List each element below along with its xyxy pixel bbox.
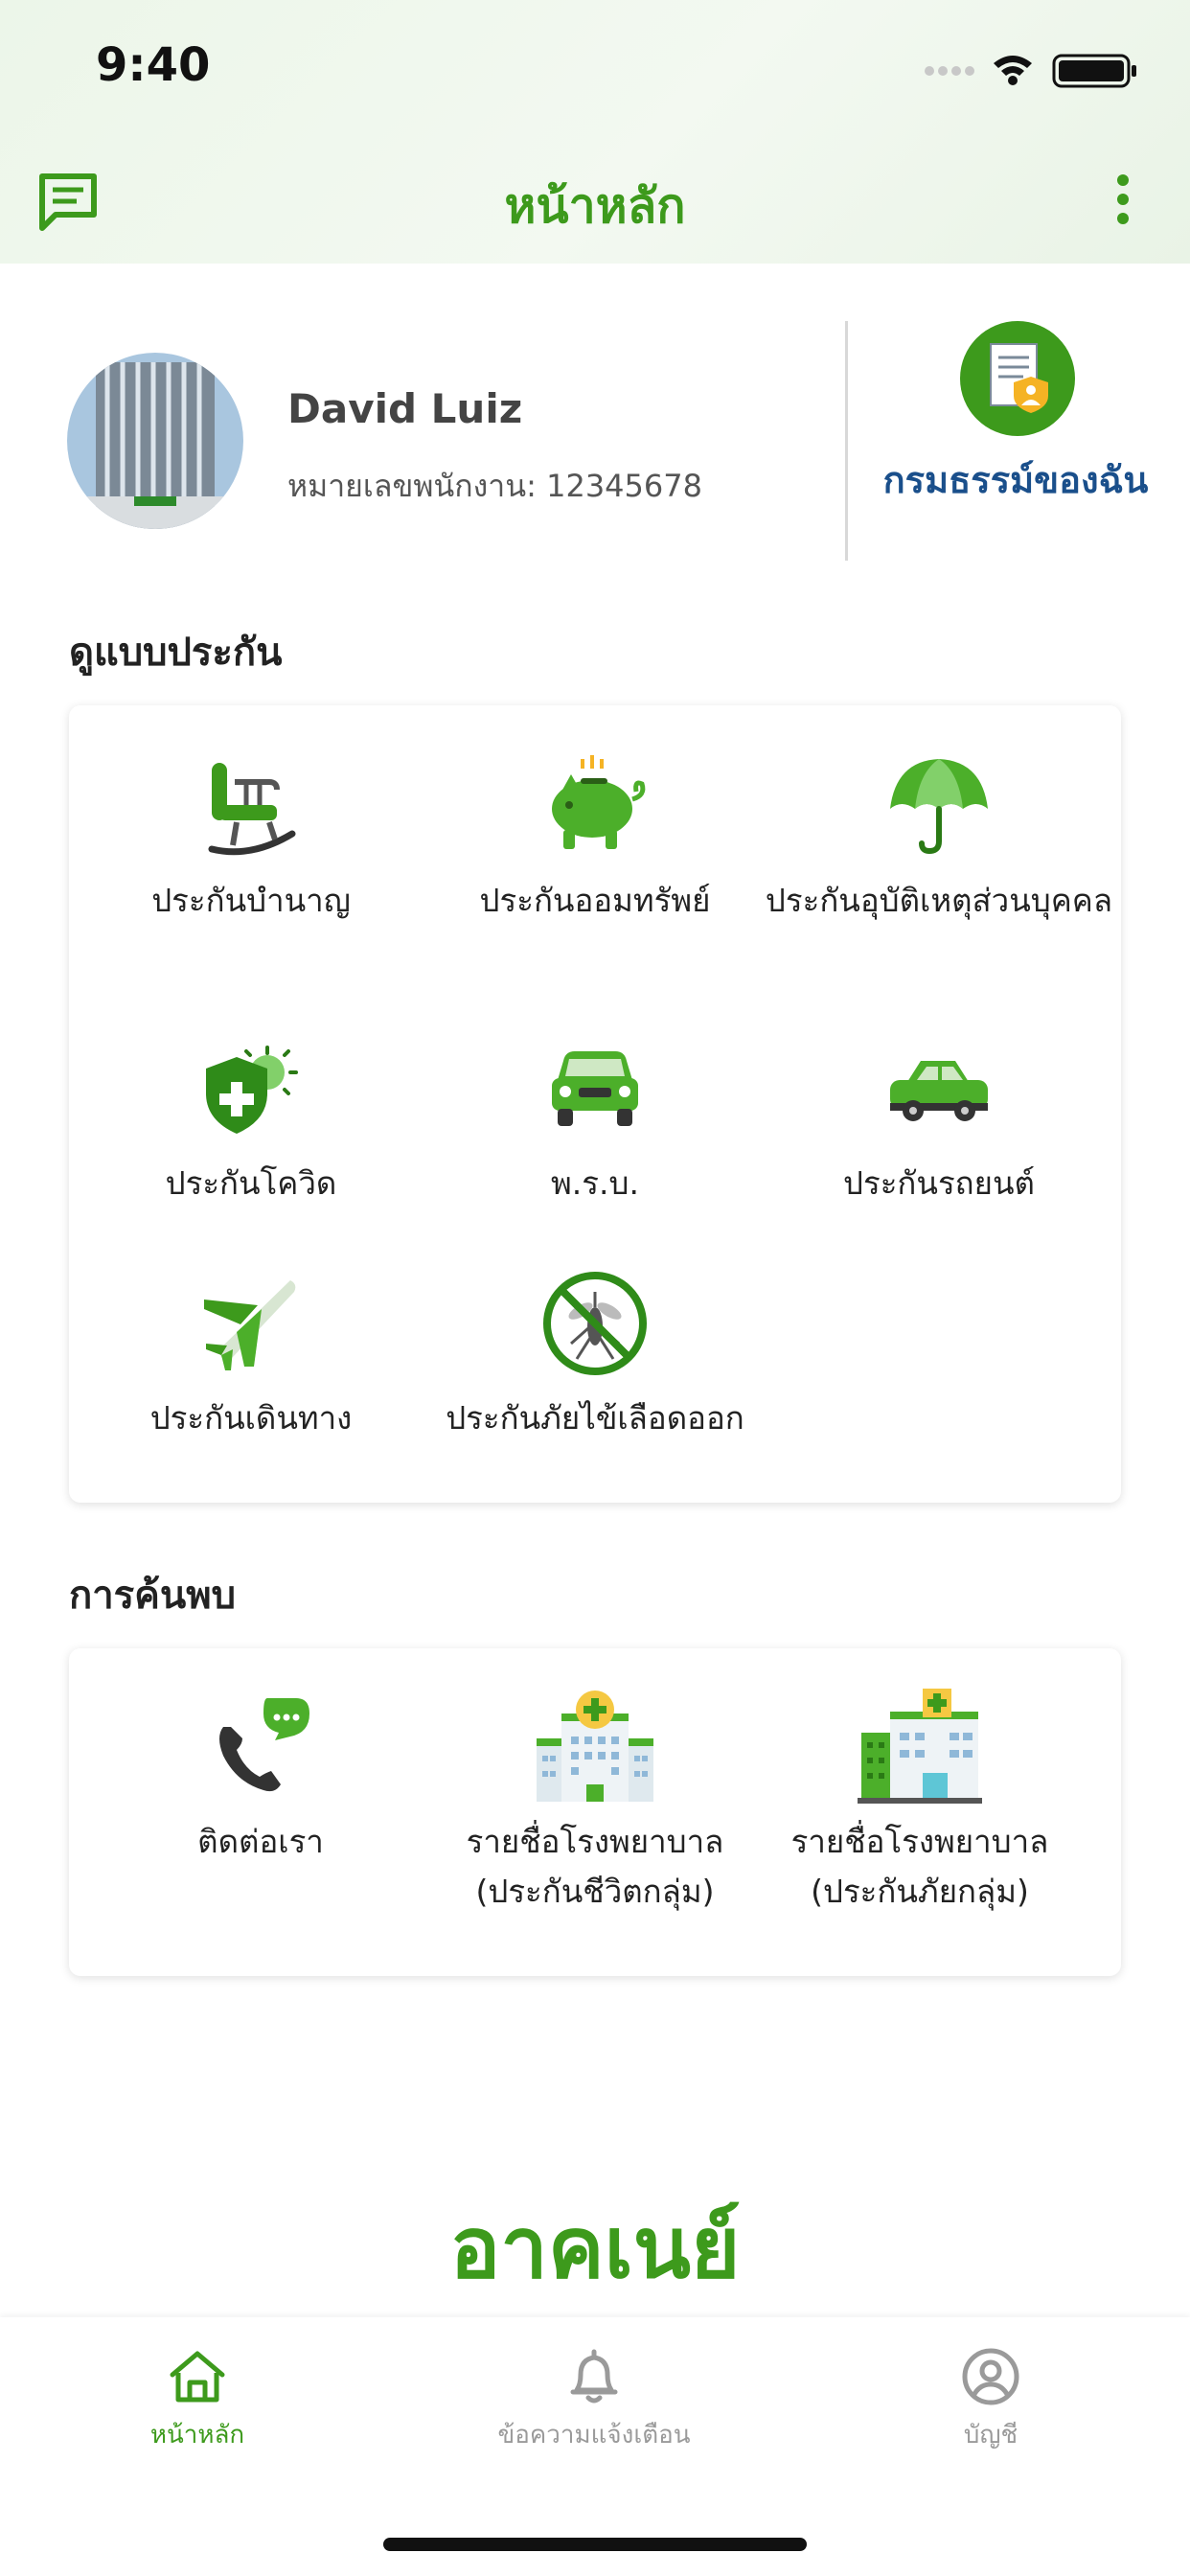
insurance-item-label: ประกันอุบัติเหตุส่วนบุคคล — [765, 882, 1113, 919]
brand-logo: อาคเนย์ — [449, 2198, 741, 2297]
insurance-item-label: ประกันออมทรัพย์ — [479, 882, 711, 919]
piggy-bank-icon — [552, 755, 646, 849]
profile-section: David Luiz หมายเลขพนักงาน: 12345678 กรมธ… — [0, 316, 1190, 565]
discover-item-label: ติดต่อเรา — [197, 1823, 324, 1860]
airplane-icon — [204, 1280, 296, 1370]
my-policy-button[interactable]: กรมธรรม์ของฉัน — [862, 316, 1169, 565]
insurance-item-label: ประกันเดินทาง — [149, 1399, 353, 1437]
home-indicator[interactable] — [383, 2538, 807, 2551]
discover-card: ติดต่อเรา รายชื่อโรงพยาบาล (ประกันชีวิตก… — [69, 1648, 1121, 1976]
nav-notifications-label: ข้อความแจ้งเตือน — [497, 2421, 691, 2450]
policy-document-icon — [960, 321, 1075, 436]
home-icon — [170, 2351, 225, 2403]
insurance-item-label: ประกันโควิด — [165, 1164, 337, 1202]
car-side-icon — [890, 1061, 988, 1121]
insurance-item-label: ประกันบำนาญ — [151, 882, 351, 919]
umbrella-icon — [890, 759, 988, 855]
hospital-building-icon — [858, 1689, 982, 1804]
bell-icon — [570, 2349, 618, 2404]
nav-account[interactable]: บัญชี — [847, 2346, 1134, 2454]
discover-item-label: รายชื่อโรงพยาบาล (ประกันชีวิตกลุ่ม) — [466, 1823, 724, 1910]
nav-account-label: บัญชี — [963, 2421, 1018, 2450]
insurance-item-label: พ.ร.บ. — [551, 1164, 639, 1202]
nav-home-label: หน้าหลัก — [149, 2421, 245, 2450]
no-mosquito-icon — [543, 1272, 647, 1375]
user-name: David Luiz — [287, 385, 523, 432]
page-title: หน้าหลัก — [504, 178, 686, 234]
discover-section-title: การค้นพบ — [69, 1574, 237, 1618]
discover-item-label: รายชื่อโรงพยาบาล (ประกันภัยกลุ่ม) — [790, 1823, 1049, 1910]
account-icon — [962, 2348, 1019, 2405]
my-policy-label: กรมธรรม์ของฉัน — [882, 459, 1149, 501]
employee-id: หมายเลขพนักงาน: 12345678 — [287, 468, 702, 504]
status-indicators-icon — [925, 54, 1136, 88]
insurance-section-title: ดูแบบประกัน — [69, 631, 283, 675]
insurance-item-label: ประกันรถยนต์ — [843, 1164, 1035, 1202]
nav-home[interactable]: หน้าหลัก — [54, 2346, 341, 2454]
car-front-icon — [552, 1051, 638, 1126]
more-options-icon[interactable] — [1104, 171, 1142, 228]
virus-shield-icon — [206, 1046, 298, 1134]
avatar[interactable] — [67, 353, 243, 529]
hospital-icon — [537, 1690, 653, 1802]
nav-notifications[interactable]: ข้อความแจ้งเตือน — [450, 2346, 738, 2454]
insurance-item-label: ประกันภัยไข้เลือดออก — [446, 1399, 744, 1437]
divider — [845, 321, 848, 561]
phone-chat-icon — [219, 1698, 309, 1792]
status-time: 9:40 — [96, 38, 211, 92]
rocking-chair-icon — [208, 763, 296, 856]
app-header: 9:40 หน้าหลัก — [0, 0, 1190, 264]
insurance-card: ประกันบำนาญ ประกันออมทรัพย์ ประกันอุบัติ… — [69, 705, 1121, 1503]
